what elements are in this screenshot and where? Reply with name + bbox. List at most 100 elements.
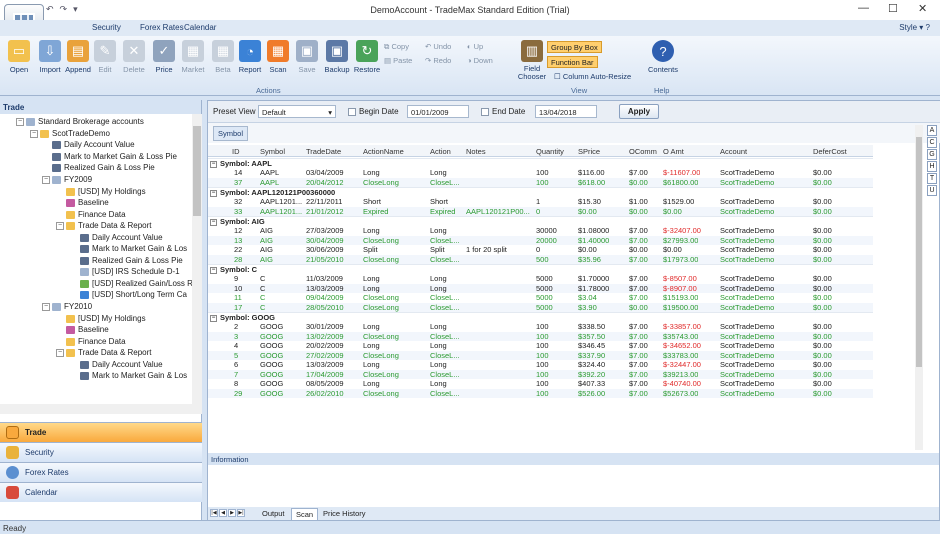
minimize-button[interactable]: — (858, 2, 869, 14)
backup-button[interactable]: ▣ Backup (320, 40, 354, 74)
table-row[interactable]: 22 AIG 30/06/2009 Split Split 1 for 20 split 0… (208, 245, 873, 255)
nav-security[interactable]: Security (0, 442, 202, 462)
tree-node[interactable]: Mark to Market Gain & Los (80, 243, 187, 254)
column-autoresize-checkbox[interactable]: ☐ Column Auto-Resize (551, 71, 634, 83)
tree-node[interactable]: [USD] Realized Gain/Loss R (80, 278, 192, 289)
redo-button[interactable]: ↷ Redo (425, 56, 451, 65)
tree-node[interactable]: Finance Data (66, 209, 126, 220)
delete-button[interactable]: ✕ Delete (117, 40, 151, 74)
table-row[interactable]: 5 GOOG 27/02/2009 CloseLong CloseL... 100 $337… (208, 350, 873, 360)
column-header[interactable]: ID (232, 147, 240, 156)
tab-scan[interactable]: Scan (291, 508, 319, 520)
alpha-index-button[interactable]: T (927, 173, 937, 184)
maximize-button[interactable]: ☐ (888, 2, 898, 15)
last-tab-icon[interactable]: ▶| (237, 509, 245, 517)
alpha-index-button[interactable]: C (927, 137, 937, 148)
undo-button[interactable]: ↶ Undo (425, 42, 451, 51)
contents-button[interactable]: ? Contents (644, 40, 682, 74)
close-button[interactable]: ✕ (918, 2, 927, 15)
grid-vertical-scrollbar[interactable] (915, 125, 923, 450)
scrollbar-thumb[interactable] (916, 137, 922, 367)
table-row[interactable]: 6 GOOG 13/03/2009 Long Long 100 $324.40 $7.00 $-… (208, 360, 873, 370)
table-row[interactable]: 2 GOOG 30/01/2009 Long Long 100 $338.50 $7.00 $-… (208, 322, 873, 332)
up-button[interactable]: ◐ Up (467, 42, 483, 51)
tab-price-history[interactable]: Price History (319, 508, 370, 519)
column-header[interactable]: SPrice (578, 147, 600, 156)
open-button[interactable]: ▭ Open (2, 40, 36, 74)
tree-node[interactable]: Daily Account Value (80, 232, 163, 243)
column-header[interactable]: Action (430, 147, 451, 156)
next-tab-icon[interactable]: ▶ (228, 509, 236, 517)
collapse-icon[interactable]: − (42, 175, 50, 184)
collapse-icon[interactable]: − (210, 314, 217, 322)
tree-node[interactable]: Mark to Market Gain & Loss Pie (52, 151, 177, 162)
tree-node[interactable]: [USD] My Holdings (66, 313, 146, 324)
copy-button[interactable]: ⧉ Copy (384, 42, 409, 52)
tree-node[interactable]: Daily Account Value (80, 359, 163, 370)
collapse-icon[interactable]: − (56, 221, 64, 230)
collapse-icon[interactable]: − (42, 302, 50, 311)
tree-node[interactable]: − Trade Data & Report (56, 347, 152, 358)
collapse-icon[interactable]: − (16, 117, 24, 126)
table-row[interactable]: 29 GOOG 26/02/2010 CloseLong CloseL... 100 $52… (208, 388, 873, 398)
table-row[interactable]: 14 AAPL 03/04/2009 Long Long 100 $116.00 $7.00 $… (208, 168, 873, 178)
tree-vertical-scrollbar[interactable] (192, 114, 202, 404)
tree-node[interactable]: Realized Gain & Loss Pie (80, 255, 183, 266)
group-row[interactable]: − Symbol: GOOG (208, 312, 873, 322)
prev-tab-icon[interactable]: ◀ (219, 509, 227, 517)
group-by-box-toggle[interactable]: Group By Box (547, 41, 602, 53)
function-bar-toggle[interactable]: Function Bar (547, 56, 598, 68)
collapse-icon[interactable]: − (30, 129, 38, 138)
collapse-icon[interactable]: − (210, 266, 217, 274)
tab-forex-rates[interactable]: Forex Rates (140, 23, 184, 32)
tree-node[interactable]: − Standard Brokerage accounts (16, 116, 144, 127)
nav-forex-rates[interactable]: Forex Rates (0, 462, 202, 482)
group-row[interactable]: − Symbol: AAPL120121P00360000 (208, 187, 873, 197)
group-row[interactable]: − Symbol: AAPL (208, 158, 873, 168)
group-by-chip[interactable]: Symbol (213, 126, 249, 141)
tab-output[interactable]: Output (258, 508, 289, 519)
table-row[interactable]: 8 GOOG 08/05/2009 Long Long 100 $407.33 $7.00 $-… (208, 379, 873, 389)
tree-node[interactable]: − ScotTradeDemo (30, 128, 110, 139)
table-row[interactable]: 11 C 09/04/2009 CloseLong CloseL... 5000 $3.04… (208, 293, 873, 303)
group-row[interactable]: − Symbol: AIG (208, 216, 873, 226)
nav-trade[interactable]: Trade (0, 422, 202, 442)
collapse-icon[interactable]: − (210, 189, 217, 197)
table-row[interactable]: 12 AIG 27/03/2009 Long Long 30000 $1.08000 $7.0… (208, 226, 873, 236)
first-tab-icon[interactable]: |◀ (210, 509, 218, 517)
restore-button[interactable]: ↻ Restore (350, 40, 384, 74)
style-menu[interactable]: Style ▾ ? (899, 23, 930, 32)
preset-view-select[interactable]: Default ▾ (258, 105, 336, 118)
column-header[interactable]: Symbol (260, 147, 285, 156)
column-header[interactable]: Quantity (536, 147, 564, 156)
collapse-icon[interactable]: − (210, 218, 217, 226)
group-row[interactable]: − Symbol: C (208, 264, 873, 274)
tree-node[interactable]: [USD] IRS Schedule D-1 (80, 266, 180, 277)
alpha-index-button[interactable]: G (927, 149, 937, 160)
market-button[interactable]: ▦ Market (176, 40, 210, 74)
table-row[interactable]: 32 AAPL1201... 22/11/2011 Short Short 1 $15.30… (208, 197, 873, 207)
end-date-field[interactable]: 13/04/2018 (535, 105, 597, 118)
tree-node[interactable]: Baseline (66, 324, 109, 335)
table-row[interactable]: 4 GOOG 20/02/2009 Long Long 100 $346.45 $7.00 $-… (208, 341, 873, 351)
table-row[interactable]: 9 C 11/03/2009 Long Long 5000 $1.70000 $7.00 $-8… (208, 274, 873, 284)
collapse-icon[interactable]: − (210, 160, 217, 168)
tree-node[interactable]: − FY2009 (42, 174, 92, 185)
table-row[interactable]: 7 GOOG 17/04/2009 CloseLong CloseL... 100 $392… (208, 369, 873, 379)
column-header[interactable]: O Amt (663, 147, 684, 156)
save-button[interactable]: ▣ Save (290, 40, 324, 74)
table-row[interactable]: 33 AAPL1201... 21/01/2012 Expired Expired AAP… (208, 206, 873, 216)
nav-calendar[interactable]: Calendar (0, 482, 202, 502)
column-header[interactable]: DeferCost (813, 147, 847, 156)
table-row[interactable]: 28 AIG 21/05/2010 CloseLong CloseL... 500 $35.… (208, 254, 873, 264)
begin-date-field[interactable]: 01/01/2009 (407, 105, 469, 118)
scrollbar-thumb[interactable] (193, 126, 201, 216)
paste-button[interactable]: ▤ Paste (384, 56, 412, 65)
table-row[interactable]: 13 AIG 30/04/2009 CloseLong CloseL... 20000 $1… (208, 235, 873, 245)
column-header[interactable]: Notes (466, 147, 486, 156)
tree-node[interactable]: Mark to Market Gain & Los (80, 370, 187, 381)
column-header[interactable]: ActionName (363, 147, 404, 156)
tree-node[interactable]: − Trade Data & Report (56, 220, 152, 231)
table-row[interactable]: 10 C 13/03/2009 Long Long 5000 $1.78000 $7.00 $-… (208, 283, 873, 293)
tree-horizontal-scrollbar[interactable] (0, 404, 202, 414)
